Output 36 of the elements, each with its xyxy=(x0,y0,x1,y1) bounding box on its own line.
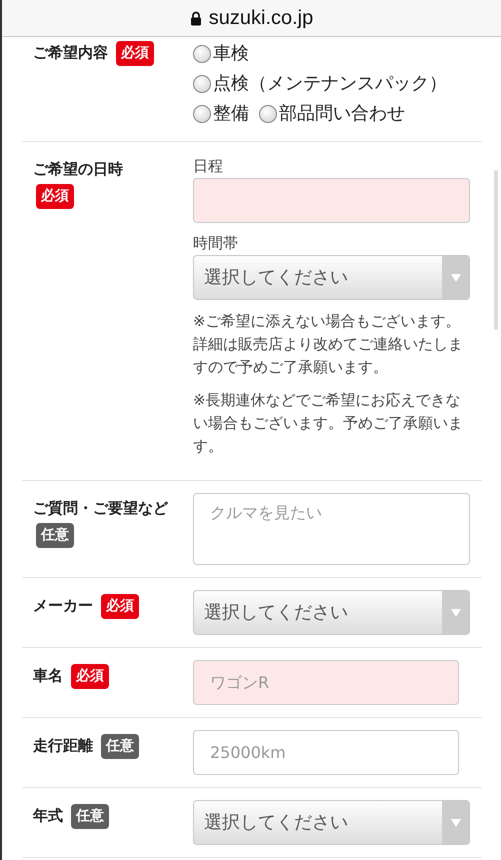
field-label: 車名 xyxy=(33,666,63,685)
radio-option[interactable]: 車検 xyxy=(193,39,249,69)
select-dropdown[interactable]: 選択してください xyxy=(193,800,470,845)
required-badge: 必須 xyxy=(116,41,154,66)
note-text: 詳細は販売店より改めてご連絡いたしますので予めご了承願います。 xyxy=(193,334,464,378)
radio-option[interactable]: 整備 xyxy=(193,99,249,129)
required-badge: 必須 xyxy=(101,594,140,619)
text-area[interactable]: クルマを見たい xyxy=(193,493,470,565)
optional-badge: 任意 xyxy=(71,804,110,829)
note-text: ※ご希望に添えない場合もございます。 xyxy=(193,311,462,332)
radio-option[interactable]: 部品問い合わせ xyxy=(259,99,405,129)
field-caption: 日程 xyxy=(193,156,224,177)
optional-badge: 任意 xyxy=(101,734,140,759)
required-badge: 必須 xyxy=(36,184,74,209)
optional-badge: 任意 xyxy=(36,523,74,548)
input-field[interactable]: ワゴンR xyxy=(193,660,459,705)
field-label: メーカー xyxy=(33,596,93,615)
field-label: 年式 xyxy=(33,806,63,825)
note-text: ※長期連休などでご希望にお応えできない場合もございます。予めご了承願います。 xyxy=(193,390,464,457)
caret-icon xyxy=(450,608,460,616)
domain-text: suzuki.co.jp xyxy=(208,6,314,30)
address-bar[interactable]: suzuki.co.jp xyxy=(2,0,501,37)
lock-icon xyxy=(190,10,202,26)
date-field[interactable] xyxy=(193,178,470,223)
field-label: ご希望内容 xyxy=(33,44,108,62)
select-dropdown[interactable]: 選択してください xyxy=(193,590,470,635)
field-caption: 時間帯 xyxy=(193,233,239,254)
caret-icon xyxy=(450,274,460,282)
input-field[interactable]: 25000km xyxy=(193,730,459,775)
field-label: ご希望の日時 xyxy=(33,160,123,178)
select-dropdown[interactable]: 選択してください xyxy=(193,255,470,300)
field-label: ご質問・ご要望など xyxy=(33,499,168,517)
required-badge: 必須 xyxy=(71,664,110,689)
radio-option[interactable]: 点検（メンテナンスパック） xyxy=(193,69,447,99)
caret-icon xyxy=(450,818,460,826)
field-label: 走行距離 xyxy=(33,736,93,755)
